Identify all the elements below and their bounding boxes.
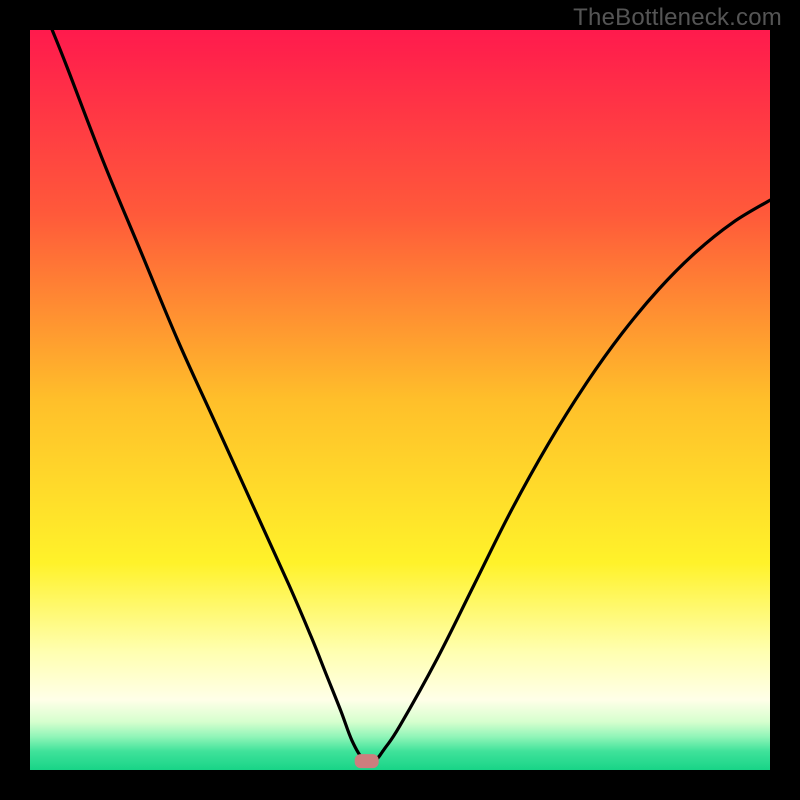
chart-plot-area bbox=[30, 30, 770, 770]
optimal-point-marker bbox=[355, 754, 379, 768]
bottleneck-chart bbox=[0, 0, 800, 800]
watermark-text: TheBottleneck.com bbox=[573, 4, 782, 32]
